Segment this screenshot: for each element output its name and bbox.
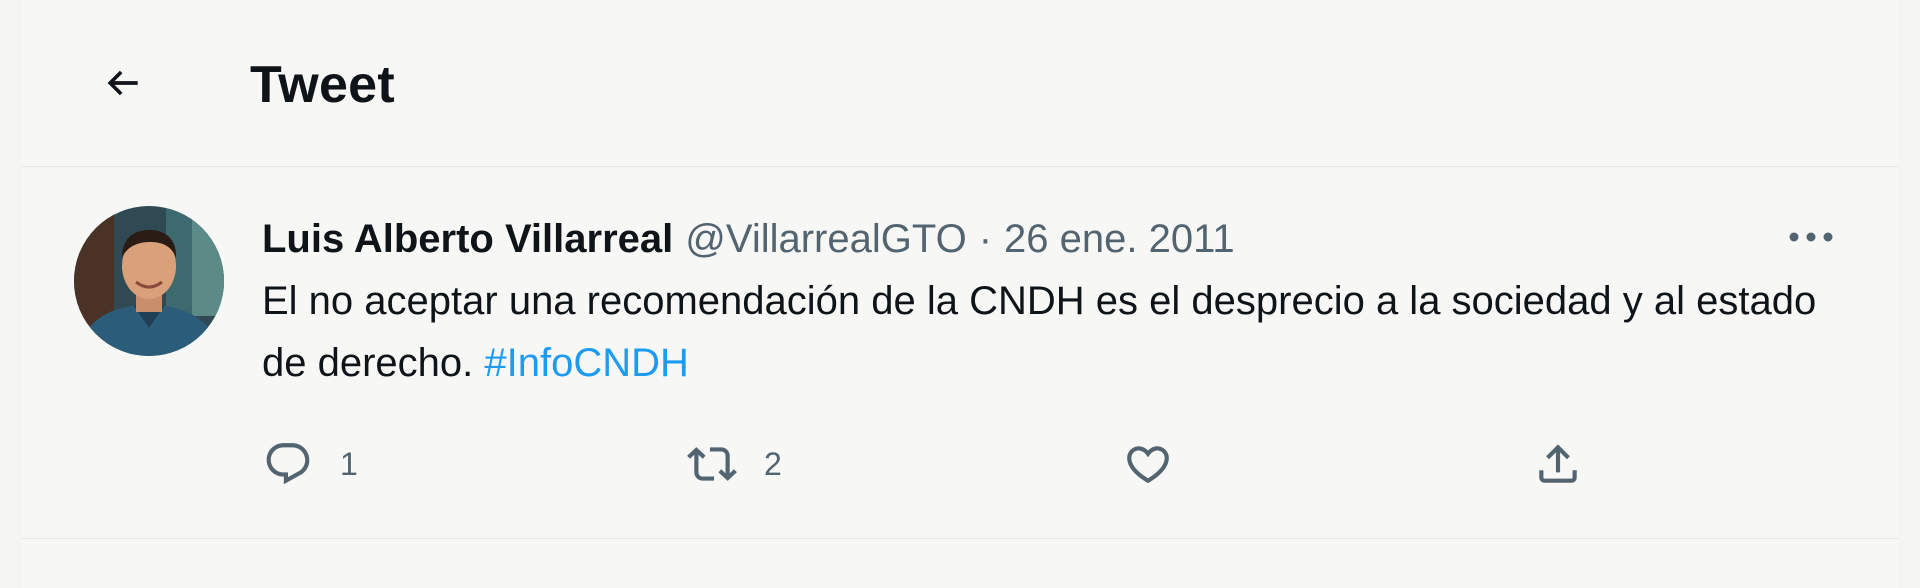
page-title: Tweet (250, 56, 396, 114)
share-icon (1532, 438, 1584, 490)
tweet: Luis Alberto Villarreal @VillarrealGTO ·… (22, 166, 1898, 539)
more-horizontal-icon (1788, 230, 1834, 249)
tweet-text: El no aceptar una recomendación de la CN… (262, 270, 1862, 394)
like-icon (1122, 438, 1174, 490)
more-button[interactable] (1784, 216, 1838, 262)
reply-count: 1 (340, 445, 358, 482)
hashtag-link[interactable]: #InfoCNDH (484, 341, 689, 385)
retweet-icon (686, 438, 738, 490)
author-handle[interactable]: @VillarrealGTO (685, 214, 966, 264)
avatar[interactable] (74, 206, 224, 356)
page-header: Tweet (22, 0, 1898, 167)
reply-icon (262, 438, 314, 490)
share-button[interactable] (1532, 436, 1584, 492)
tweet-page: Tweet Luis Alberto Villarreal @Villarrea… (22, 0, 1898, 588)
separator-dot: · (978, 217, 993, 261)
tweet-actions: 1 2 (22, 436, 1898, 492)
like-button[interactable] (1122, 436, 1174, 492)
page: Tweet Luis Alberto Villarreal @Villarrea… (0, 0, 1920, 588)
tweet-date[interactable]: 26 ene. 2011 (1004, 214, 1235, 264)
tweet-header: Luis Alberto Villarreal @VillarrealGTO ·… (262, 214, 1235, 264)
reply-button[interactable]: 1 (262, 436, 358, 492)
arrow-left-icon (101, 61, 145, 110)
retweet-button[interactable]: 2 (686, 436, 782, 492)
retweet-count: 2 (764, 445, 782, 482)
back-button[interactable] (88, 50, 158, 120)
author-name[interactable]: Luis Alberto Villarreal (262, 214, 673, 264)
